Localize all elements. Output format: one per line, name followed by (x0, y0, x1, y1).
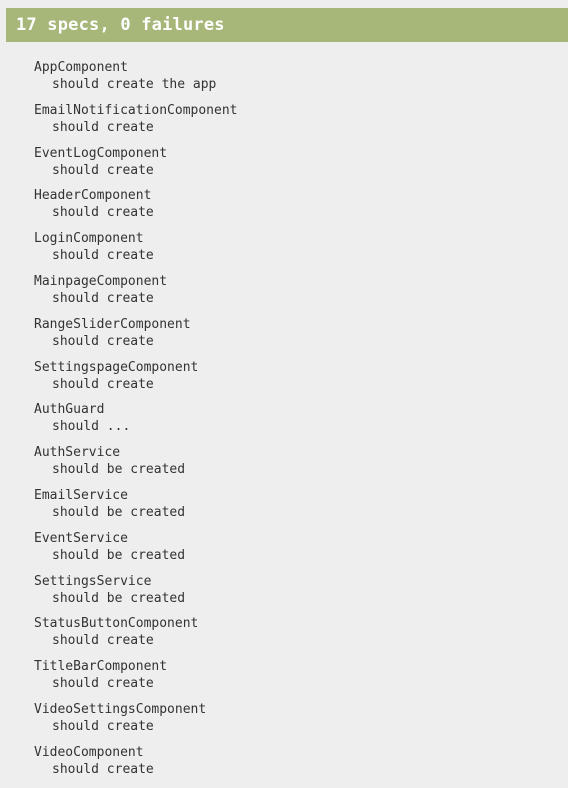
suite-link[interactable]: EventLogComponent (34, 145, 554, 162)
suite-link[interactable]: MainpageComponent (34, 273, 554, 290)
suite-link[interactable]: LoginComponent (34, 230, 554, 247)
spec-link[interactable]: should create (34, 204, 554, 221)
suite-link[interactable]: StatusButtonComponent (34, 615, 554, 632)
suite-item: VideoSettingsComponent should create (34, 701, 554, 744)
suite-item: SettingspageComponent should create (34, 359, 554, 402)
suite-link[interactable]: AppComponent (34, 59, 554, 76)
suite-link[interactable]: HeaderComponent (34, 187, 554, 204)
suite-item: MainpageComponent should create (34, 273, 554, 316)
spec-link[interactable]: should create (34, 162, 554, 179)
suite-link[interactable]: VideoSettingsComponent (34, 701, 554, 718)
spec-link[interactable]: should create (34, 333, 554, 350)
suite-item: SettingsService should be created (34, 573, 554, 616)
suite-link[interactable]: EmailNotificationComponent (34, 102, 554, 119)
spec-link[interactable]: should create (34, 718, 554, 735)
spec-link[interactable]: should create (34, 675, 554, 692)
spec-link[interactable]: should create (34, 632, 554, 649)
suite-item: HeaderComponent should create (34, 187, 554, 230)
suite-link[interactable]: EventService (34, 530, 554, 547)
summary-bar: 17 specs, 0 failures (6, 8, 568, 42)
spec-link[interactable]: should be created (34, 461, 554, 478)
spec-results: AppComponent should create the app Email… (34, 59, 554, 787)
spec-link[interactable]: should create (34, 247, 554, 264)
spec-link[interactable]: should create (34, 119, 554, 136)
suite-link[interactable]: RangeSliderComponent (34, 316, 554, 333)
suite-link[interactable]: VideoComponent (34, 744, 554, 761)
suite-item: EmailNotificationComponent should create (34, 102, 554, 145)
spec-link[interactable]: should ... (34, 418, 554, 435)
spec-link[interactable]: should create (34, 761, 554, 778)
suite-item: AppComponent should create the app (34, 59, 554, 102)
spec-link[interactable]: should be created (34, 504, 554, 521)
suite-item: StatusButtonComponent should create (34, 615, 554, 658)
spec-link[interactable]: should be created (34, 590, 554, 607)
suite-item: EventLogComponent should create (34, 145, 554, 188)
suite-link[interactable]: TitleBarComponent (34, 658, 554, 675)
suite-item: VideoComponent should create (34, 744, 554, 787)
suite-item: AuthGuard should ... (34, 401, 554, 444)
spec-link[interactable]: should create (34, 376, 554, 393)
summary-text: 17 specs, 0 failures (16, 15, 225, 35)
suite-item: LoginComponent should create (34, 230, 554, 273)
suite-link[interactable]: EmailService (34, 487, 554, 504)
suite-link[interactable]: SettingspageComponent (34, 359, 554, 376)
spec-link[interactable]: should create the app (34, 76, 554, 93)
suite-item: EmailService should be created (34, 487, 554, 530)
suite-link[interactable]: AuthGuard (34, 401, 554, 418)
suite-item: TitleBarComponent should create (34, 658, 554, 701)
suite-item: AuthService should be created (34, 444, 554, 487)
spec-link[interactable]: should be created (34, 547, 554, 564)
suite-link[interactable]: SettingsService (34, 573, 554, 590)
spec-link[interactable]: should create (34, 290, 554, 307)
suite-item: EventService should be created (34, 530, 554, 573)
suite-link[interactable]: AuthService (34, 444, 554, 461)
suite-item: RangeSliderComponent should create (34, 316, 554, 359)
